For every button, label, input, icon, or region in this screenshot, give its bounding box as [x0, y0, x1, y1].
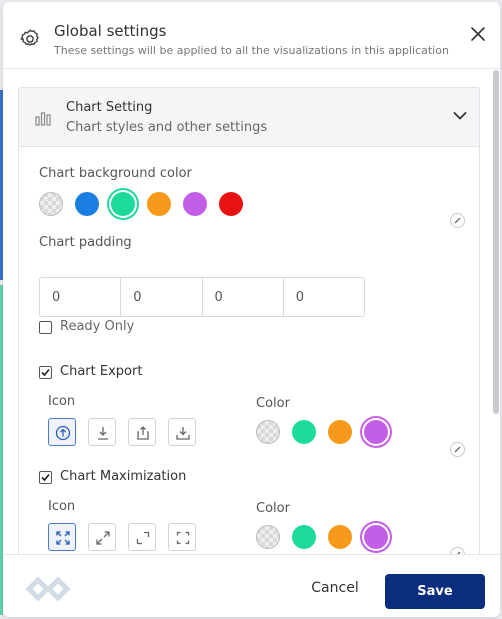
dialog-title: Global settings — [54, 22, 167, 40]
export-color-transparent[interactable] — [256, 420, 280, 444]
export-color-green[interactable] — [292, 420, 316, 444]
pencil-icon — [454, 217, 461, 224]
padding-top-input[interactable] — [40, 278, 122, 316]
close-icon[interactable] — [470, 26, 486, 42]
expand-arrows-icon — [56, 531, 70, 545]
export-color-purple[interactable] — [364, 420, 388, 444]
export-icon-option-4[interactable] — [168, 418, 196, 446]
chart-setting-panel: Chart Setting Chart styles and other set… — [18, 87, 480, 554]
diagonal-expand-icon — [96, 531, 110, 545]
corner-expand-icon — [136, 531, 150, 545]
global-settings-dialog: Global settings These settings will be a… — [3, 2, 500, 617]
chevron-down-icon[interactable] — [453, 111, 467, 121]
panel-subtitle: Chart styles and other settings — [66, 120, 268, 135]
check-icon — [41, 368, 50, 377]
padding-inputs — [39, 277, 365, 317]
background-color-label: Chart background color — [39, 166, 192, 181]
export-icon-label: Icon — [48, 394, 76, 409]
panel-title: Chart Setting — [66, 100, 153, 115]
download-icon — [98, 427, 108, 440]
maximization-color-label: Color — [256, 501, 290, 516]
padding-right-input[interactable] — [121, 278, 203, 316]
maximization-icon-label: Icon — [48, 499, 76, 514]
cancel-button[interactable]: Cancel — [299, 575, 371, 601]
download-tray-icon — [176, 427, 190, 440]
frame-corners-icon — [176, 531, 190, 545]
check-icon — [41, 473, 50, 482]
upload-circle-icon — [55, 425, 71, 441]
maximize-color-purple[interactable] — [364, 525, 388, 549]
padding-bottom-input[interactable] — [202, 278, 284, 316]
dialog-body: Chart Setting Chart styles and other set… — [3, 69, 491, 554]
chart-setting-header[interactable]: Chart Setting Chart styles and other set… — [19, 88, 479, 147]
share-upload-icon — [137, 426, 149, 440]
maximize-icon-option-1[interactable] — [48, 523, 76, 551]
chart-export-checkbox[interactable] — [39, 366, 52, 379]
gear-icon — [20, 29, 39, 46]
bar-chart-icon — [35, 112, 51, 126]
edit-export-color-button[interactable] — [450, 442, 465, 457]
ready-only-checkbox[interactable] — [39, 321, 52, 334]
bg-color-purple[interactable] — [183, 192, 207, 216]
export-icon-option-1[interactable] — [48, 418, 76, 446]
dialog-subtitle: These settings will be applied to all th… — [54, 44, 449, 57]
padding-left-input[interactable] — [283, 278, 364, 316]
maximize-icon-option-2[interactable] — [88, 523, 116, 551]
bg-color-blue[interactable] — [75, 192, 99, 216]
maximize-icon-option-4[interactable] — [168, 523, 196, 551]
brand-logo-icon — [25, 576, 71, 602]
maximize-color-orange[interactable] — [328, 525, 352, 549]
export-color-orange[interactable] — [328, 420, 352, 444]
maximize-icon-option-3[interactable] — [128, 523, 156, 551]
edit-bg-color-button[interactable] — [450, 213, 465, 228]
maximize-color-green[interactable] — [292, 525, 316, 549]
dialog-header: Global settings These settings will be a… — [3, 2, 500, 69]
scrollbar[interactable] — [493, 70, 499, 414]
chart-maximization-label: Chart Maximization — [60, 469, 187, 484]
edit-maximize-color-button[interactable] — [450, 547, 465, 554]
maximize-color-transparent[interactable] — [256, 525, 280, 549]
bg-color-transparent[interactable] — [39, 192, 63, 216]
export-icon-option-2[interactable] — [88, 418, 116, 446]
export-icon-option-3[interactable] — [128, 418, 156, 446]
bg-color-green[interactable] — [111, 192, 135, 216]
ready-only-label: Ready Only — [60, 319, 135, 334]
chart-export-label: Chart Export — [60, 364, 143, 379]
chart-maximization-checkbox[interactable] — [39, 471, 52, 484]
dialog-footer: Cancel Save — [3, 554, 500, 617]
bg-color-red[interactable] — [219, 192, 243, 216]
page: Global settings These settings will be a… — [0, 0, 502, 619]
pencil-icon — [454, 446, 461, 453]
padding-label: Chart padding — [39, 235, 132, 250]
export-color-label: Color — [256, 396, 290, 411]
bg-color-orange[interactable] — [147, 192, 171, 216]
save-button[interactable]: Save — [385, 574, 485, 609]
